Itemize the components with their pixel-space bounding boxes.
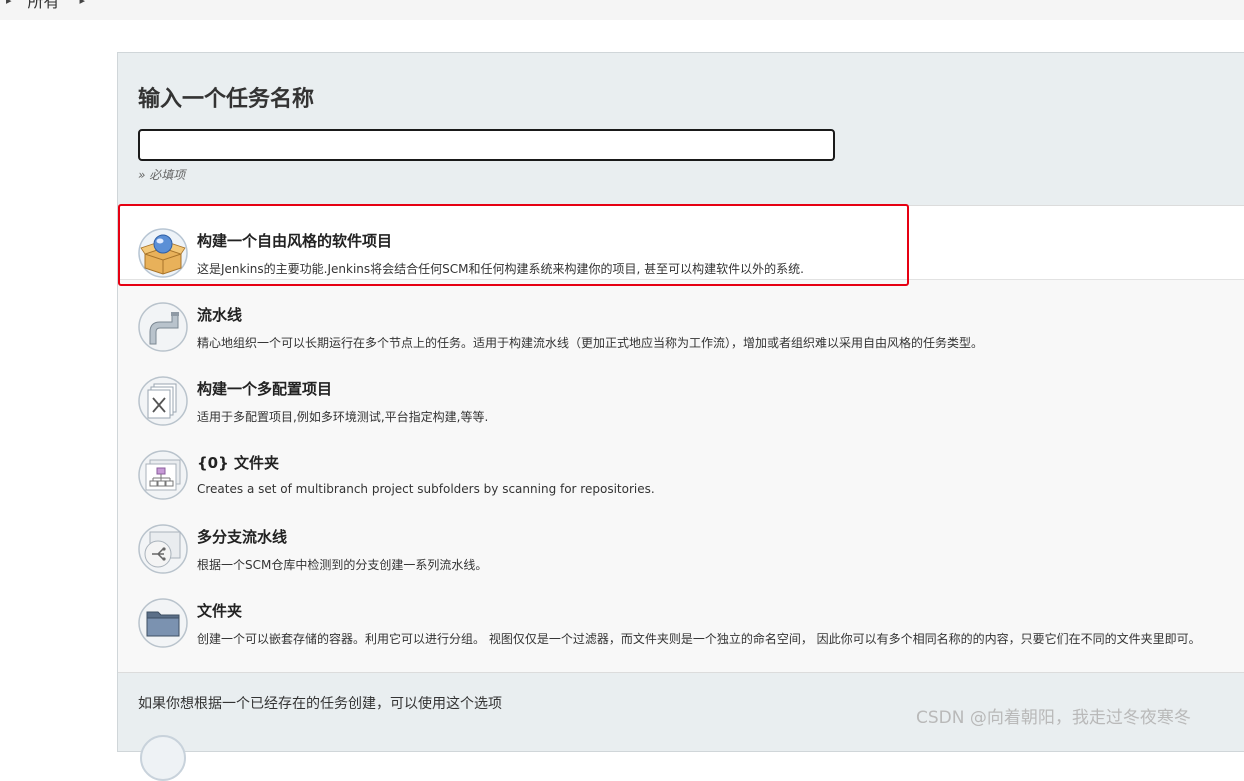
item-type-multi-config[interactable]: 构建一个多配置项目 适用于多配置项目,例如多环境测试,平台指定构建,等等. (118, 354, 1244, 428)
org-folder-icon (138, 450, 188, 500)
multi-config-project-icon (138, 376, 188, 426)
folder-icon (138, 598, 188, 648)
breadcrumb-item-all[interactable]: 所有 (28, 0, 60, 12)
item-type-title: 构建一个自由风格的软件项目 (197, 232, 393, 250)
item-type-description: 这是Jenkins的主要功能.Jenkins将会结合任何SCM和任何构建系统来构… (197, 262, 804, 276)
item-type-title: 构建一个多配置项目 (197, 380, 333, 398)
copy-from-icon[interactable] (140, 735, 186, 781)
item-type-pipeline[interactable]: 流水线 精心地组织一个可以长期运行在多个节点上的任务。适用于构建流水线（更加正式… (118, 280, 1244, 354)
chevron-right-icon: ▸ (6, 0, 12, 7)
new-item-panel: 输入一个任务名称 » 必填项 构建一个自由风格的软件项目 这是Jenkins的主… (117, 52, 1244, 781)
breadcrumb: ▸ 所有 ▸ (0, 0, 86, 12)
item-type-freestyle[interactable]: 构建一个自由风格的软件项目 这是Jenkins的主要功能.Jenkins将会结合… (118, 206, 1244, 280)
item-type-description: 精心地组织一个可以长期运行在多个节点上的任务。适用于构建流水线（更加正式地应当称… (197, 336, 984, 350)
required-note: » 必填项 (138, 168, 186, 182)
item-type-folder[interactable]: 文件夹 创建一个可以嵌套存储的容器。利用它可以进行分组。 视图仅仅是一个过滤器，… (118, 576, 1244, 650)
item-type-title: 流水线 (197, 306, 243, 324)
item-type-description: Creates a set of multibranch project sub… (197, 482, 655, 496)
page-title: 输入一个任务名称 (138, 87, 315, 112)
item-type-org-folder[interactable]: {0} 文件夹 Creates a set of multibranch pro… (118, 428, 1244, 502)
item-type-description: 根据一个SCM仓库中检测到的分支创建一系列流水线。 (197, 558, 488, 572)
freestyle-project-icon (138, 228, 188, 278)
item-type-description: 创建一个可以嵌套存储的容器。利用它可以进行分组。 视图仅仅是一个过滤器，而文件夹… (197, 632, 1201, 646)
chevron-right-icon[interactable]: ▸ (80, 0, 86, 7)
pipeline-icon (138, 302, 188, 352)
item-type-multibranch-pipeline[interactable]: 多分支流水线 根据一个SCM仓库中检测到的分支创建一系列流水线。 (118, 502, 1244, 576)
item-name-section: 输入一个任务名称 » 必填项 (118, 53, 1244, 205)
item-name-input[interactable] (138, 129, 835, 161)
multibranch-pipeline-icon (138, 524, 188, 574)
item-type-title: 多分支流水线 (197, 528, 288, 546)
item-type-list: 构建一个自由风格的软件项目 这是Jenkins的主要功能.Jenkins将会结合… (118, 205, 1244, 673)
item-type-description: 适用于多配置项目,例如多环境测试,平台指定构建,等等. (197, 410, 489, 424)
item-type-title: 文件夹 (197, 602, 243, 620)
top-bar: ▸ 所有 ▸ (0, 0, 1244, 20)
item-type-title: {0} 文件夹 (197, 454, 280, 472)
copy-from-label: 如果你想根据一个已经存在的任务创建，可以使用这个选项 (138, 696, 502, 712)
